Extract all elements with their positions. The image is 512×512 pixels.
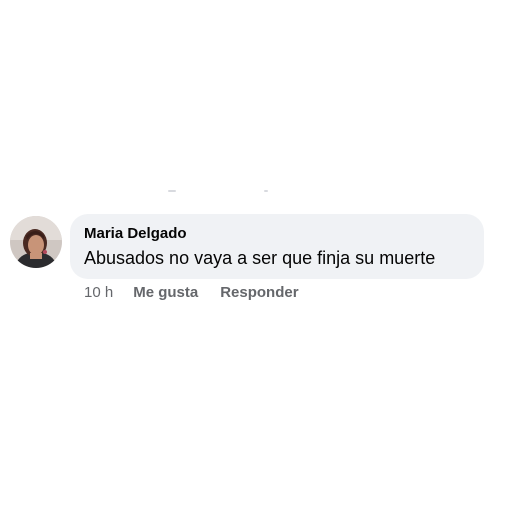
avatar[interactable] bbox=[10, 216, 62, 268]
user-avatar-icon bbox=[10, 216, 62, 268]
comment-screenshot: Maria Delgado Abusados no vaya a ser que… bbox=[0, 0, 512, 512]
comment-timestamp[interactable]: 10 h bbox=[84, 284, 113, 302]
like-button[interactable]: Me gusta bbox=[133, 284, 198, 302]
reply-button[interactable]: Responder bbox=[220, 284, 298, 302]
comment-bubble: Maria Delgado Abusados no vaya a ser que… bbox=[70, 214, 484, 279]
comment-text: Abusados no vaya a ser que finja su muer… bbox=[84, 248, 436, 268]
comment-author[interactable]: Maria Delgado bbox=[84, 225, 467, 243]
faint-divider-marks bbox=[168, 190, 268, 194]
comment-actions: 10 h Me gusta Responder bbox=[84, 284, 321, 302]
comment: Maria Delgado Abusados no vaya a ser que… bbox=[10, 214, 484, 279]
